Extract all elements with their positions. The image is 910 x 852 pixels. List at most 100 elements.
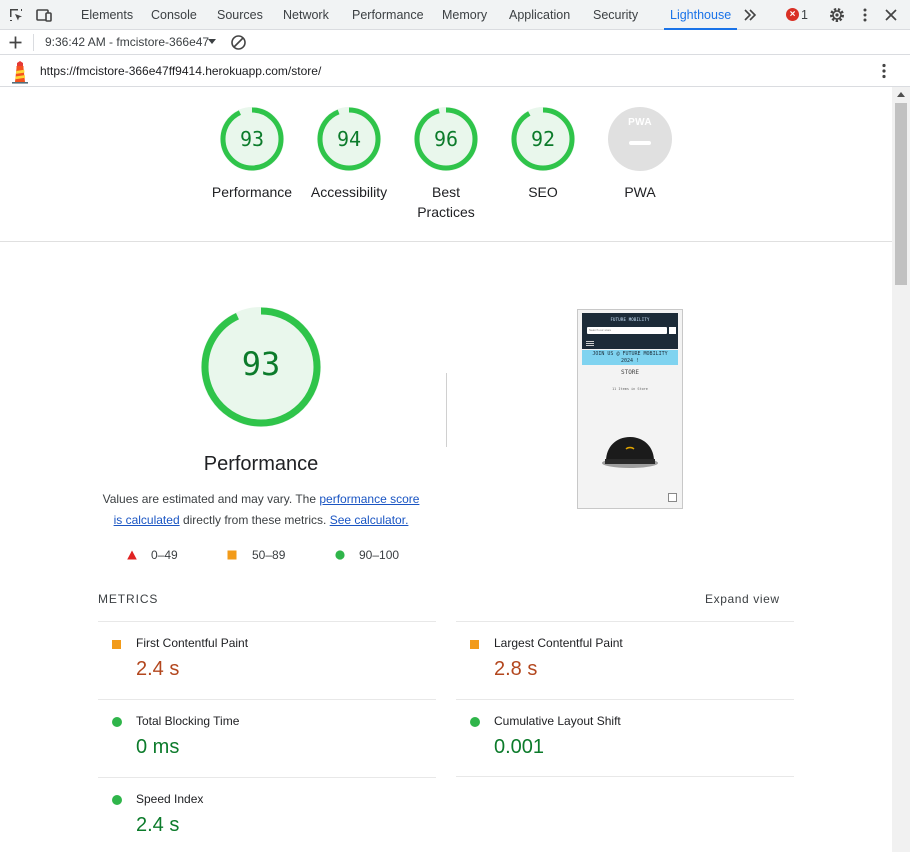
performance-score-value: 93	[239, 127, 265, 151]
chevron-down-icon[interactable]	[208, 39, 216, 44]
final-screenshot-thumbnail[interactable]: FUTURE MOBILITY Search our store JOIN US…	[577, 309, 683, 509]
metrics-heading: METRICS	[98, 592, 159, 606]
tab-elements[interactable]: Elements	[81, 0, 133, 30]
more-options-kebab-icon[interactable]	[856, 6, 874, 24]
scrollbar-thumb[interactable]	[895, 103, 907, 285]
tab-lighthouse[interactable]: Lighthouse	[663, 0, 738, 30]
error-icon[interactable]: ×	[786, 8, 799, 21]
main-score-wrap: 93	[200, 306, 322, 428]
metric-divider	[98, 699, 436, 700]
average-square-icon	[470, 640, 479, 649]
metric-tbt-name: Total Blocking Time	[136, 714, 240, 728]
screenshot-items-count: 11 Items in Store	[612, 387, 648, 391]
metric-cls-value: 0.001	[494, 736, 545, 758]
best-practices-score-label[interactable]: Best Practices	[391, 182, 501, 222]
metric-divider	[98, 777, 436, 778]
see-calculator-link[interactable]: See calculator.	[330, 513, 409, 527]
screenshot-banner-line1: JOIN US @ FUTURE MOBILITY	[592, 351, 668, 357]
tab-security[interactable]: Security	[593, 0, 638, 30]
score-value: 92	[510, 106, 576, 172]
screenshot-store-heading: STORE	[620, 369, 640, 376]
scores-divider	[0, 241, 892, 242]
tab-network[interactable]: Network	[283, 0, 329, 30]
performance-main-score: 93	[241, 345, 281, 383]
screenshot-scroll-button	[668, 493, 677, 502]
metric-fcp-name: First Contentful Paint	[136, 636, 249, 650]
metric-lcp-name: Largest Contentful Paint	[494, 636, 623, 650]
performance-description: Values are estimated and may vary. The p…	[96, 489, 426, 530]
screenshot-menu-icon	[586, 341, 594, 342]
tab-memory[interactable]: Memory	[442, 0, 487, 30]
screenshot-site-title: FUTURE MOBILITY	[610, 317, 650, 322]
metric-divider	[456, 699, 794, 700]
metric-si-name: Speed Index	[136, 792, 204, 806]
inspect-element-icon[interactable]	[7, 6, 25, 24]
tab-console[interactable]: Console	[151, 0, 197, 30]
pass-circle-icon	[112, 795, 122, 805]
screenshot-header: FUTURE MOBILITY Search our store	[582, 313, 678, 349]
settings-gear-icon[interactable]	[828, 6, 846, 24]
devtools-tab-bar: Elements Console Sources Network Perform…	[0, 0, 910, 30]
average-square-icon	[112, 640, 121, 649]
score-value: 93	[219, 106, 285, 172]
performance-heading: Performance	[203, 453, 319, 475]
pass-circle-icon	[335, 550, 345, 560]
error-count[interactable]: 1	[801, 0, 808, 30]
metric-divider	[98, 621, 436, 622]
pwa-score-label[interactable]: PWA	[585, 182, 695, 202]
legend-pass-label: 90–100	[359, 548, 400, 562]
pwa-badge-text: PWA	[628, 117, 652, 128]
score-value: 96	[413, 106, 479, 172]
device-toolbar-icon[interactable]	[35, 6, 53, 24]
accessibility-score-value: 94	[336, 127, 362, 151]
best-practices-score-value: 96	[433, 127, 459, 151]
pass-circle-icon	[470, 717, 480, 727]
seo-score-value: 92	[530, 127, 556, 151]
clear-all-icon[interactable]	[230, 34, 247, 51]
pwa-badge-icon[interactable]	[607, 106, 673, 172]
tab-sources[interactable]: Sources	[217, 0, 263, 30]
seo-score-label[interactable]: SEO	[488, 182, 598, 202]
metric-divider	[456, 776, 794, 777]
accessibility-score-label[interactable]: Accessibility	[294, 182, 404, 202]
score-value: 94	[316, 106, 382, 172]
screenshot-search: Search our store	[587, 327, 667, 334]
scroll-up-arrow-icon[interactable]	[897, 92, 905, 97]
close-icon[interactable]	[882, 6, 900, 24]
metric-cls-name: Cumulative Layout Shift	[494, 714, 621, 728]
metric-divider	[456, 621, 794, 622]
fail-triangle-icon	[127, 550, 137, 560]
toolbar-separator	[33, 34, 34, 51]
performance-score-link-cont[interactable]: is calculated	[114, 513, 180, 527]
lighthouse-toolbar: 9:36:42 AM - fmcistore-366e47	[0, 30, 910, 55]
metric-si-value: 2.4 s	[136, 814, 180, 836]
vertical-scrollbar[interactable]	[892, 87, 910, 852]
performance-score-label[interactable]: Performance	[197, 182, 307, 202]
new-report-plus-icon[interactable]	[8, 35, 23, 50]
screenshot-banner-line2: 2024 !	[620, 358, 640, 364]
pass-circle-icon	[112, 717, 122, 727]
average-square-icon	[227, 550, 237, 560]
report-url[interactable]: https://fmcistore-366e47ff9414.herokuapp…	[40, 56, 321, 86]
tab-application[interactable]: Application	[509, 0, 570, 30]
best-practices-label-line2: Practices	[417, 204, 475, 220]
lighthouse-logo-icon	[12, 61, 28, 84]
report-menu-kebab-icon[interactable]	[876, 62, 892, 80]
metric-fcp-value: 2.4 s	[136, 658, 180, 680]
report-url-bar: https://fmcistore-366e47ff9414.herokuapp…	[0, 56, 910, 87]
legend-fail-label: 0–49	[151, 548, 178, 562]
more-tabs-chevron-icon[interactable]	[742, 7, 758, 23]
screenshot-search-button	[669, 327, 676, 334]
report-select-dropdown[interactable]: 9:36:42 AM - fmcistore-366e47	[45, 30, 209, 54]
tab-performance[interactable]: Performance	[352, 0, 424, 30]
screenshot-product-cap-image	[602, 437, 658, 468]
metric-lcp-value: 2.8 s	[494, 658, 538, 680]
expand-view-toggle[interactable]: Expand view	[705, 592, 780, 606]
best-practices-label-line1: Best	[431, 184, 460, 200]
performance-score-link[interactable]: performance score	[319, 492, 419, 506]
legend-average-label: 50–89	[252, 548, 286, 562]
screenshot-banner: JOIN US @ FUTURE MOBILITY 2024 !	[582, 350, 678, 365]
metric-tbt-value: 0 ms	[136, 736, 180, 758]
vertical-divider	[446, 373, 447, 447]
desc-middle: directly from these metrics.	[182, 512, 327, 527]
